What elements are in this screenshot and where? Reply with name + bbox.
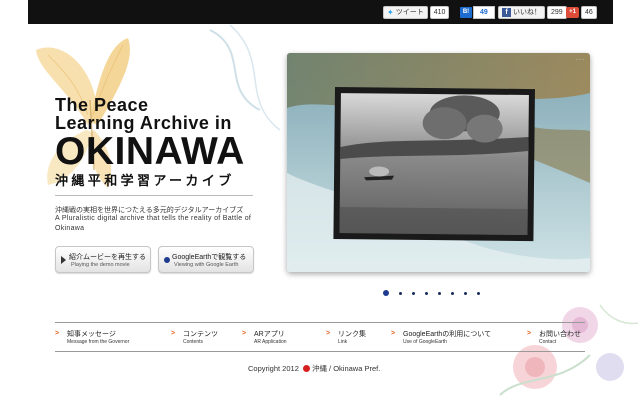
slider-dot[interactable]	[412, 291, 415, 295]
globe-dot-icon	[164, 257, 170, 263]
nav-item-label: コンテンツ	[183, 331, 218, 338]
earth-photo-illustration	[287, 53, 590, 272]
nav-item-label: GoogleEarthの利用について	[403, 331, 492, 338]
nav-arrow-icon: >	[527, 330, 532, 337]
nav-item-sublabel: AR Application	[254, 339, 287, 345]
slider-dot[interactable]	[438, 291, 441, 295]
play-demo-label: 紹介ムービーを再生する	[69, 254, 146, 261]
slide-corner-label: ◦ ◦ ◦	[575, 57, 584, 63]
like-button[interactable]: f いいね！	[498, 6, 545, 19]
tweet-button[interactable]: ✦ ツイート	[383, 6, 428, 19]
nav-arrow-icon: >	[326, 330, 331, 337]
slider-pagination	[383, 290, 480, 296]
nav-arrow-icon: >	[55, 330, 60, 337]
like-label: いいね！	[513, 9, 541, 16]
slider-dot[interactable]	[425, 291, 428, 295]
gplus-icon[interactable]: +1	[566, 7, 579, 18]
site-title: The Peace Learning Archive in OKINAWA 沖縄…	[55, 96, 245, 189]
nav-item-sublabel: Use of GoogleEarth	[403, 339, 447, 345]
google-earth-sublabel: Viewing with Google Earth	[174, 262, 239, 268]
nav-arrow-icon: >	[171, 330, 176, 337]
play-icon	[61, 256, 66, 264]
facebook-icon: f	[502, 8, 511, 17]
google-earth-label: GoogleEarthで観覧する	[172, 254, 247, 261]
facebook-widget[interactable]: f いいね！ 299	[498, 5, 567, 20]
google-earth-button[interactable]: GoogleEarthで観覧する Viewing with Google Ear…	[158, 246, 254, 273]
tagline-english: A Pluralistic digital archive that tells…	[55, 215, 252, 232]
copyright-prefix: Copyright 2012	[248, 364, 299, 373]
nav-item-label: リンク集	[338, 331, 366, 338]
gplus-count: 46	[581, 6, 597, 19]
gplus-widget[interactable]: +1 46	[566, 5, 597, 20]
okinawa-mark-icon	[302, 365, 310, 372]
nav-item-label: 知事メッセージ	[67, 331, 116, 338]
play-demo-button[interactable]: 紹介ムービーを再生する Playing the demo movie	[55, 246, 151, 273]
nav-item-label: お問い合わせ	[539, 331, 581, 338]
copyright-org: 沖縄 / Okinawa Pref.	[311, 364, 381, 373]
hatena-count: 49	[473, 6, 495, 19]
nav-item-sublabel: Contact	[539, 339, 557, 345]
top-bar: ✦ ツイート 410 B! 49 f いいね！ 299 +1 46	[28, 0, 613, 24]
nav-arrow-icon: >	[391, 330, 396, 337]
hatena-icon[interactable]: B!	[460, 7, 472, 18]
nav-item-label: ARアプリ	[254, 331, 285, 338]
like-count: 299	[547, 6, 567, 19]
tweet-label: ツイート	[395, 9, 424, 16]
tweet-icon: ✦	[387, 8, 394, 17]
slideshow-image[interactable]: ◦ ◦ ◦	[287, 53, 590, 272]
hatena-widget[interactable]: B! 49	[460, 5, 495, 20]
nav-item-sublabel: Message from the Governor	[67, 339, 130, 345]
title-japanese: 沖縄平和学習アーカイブ	[55, 173, 235, 188]
title-line-1: The Peace	[55, 95, 149, 115]
nav-item-sublabel: Contents	[183, 339, 204, 345]
tweet-widget[interactable]: ✦ ツイート 410	[383, 5, 450, 20]
nav-item-sublabel: Link	[338, 339, 348, 345]
nav-arrow-icon: >	[242, 330, 247, 337]
footer-navigation: > 知事メッセージ Message from the Governor > コン…	[55, 322, 585, 352]
play-demo-sublabel: Playing the demo movie	[71, 262, 130, 268]
copyright: Copyright 2012 沖縄 / Okinawa Pref.	[248, 363, 380, 374]
slider-dot[interactable]	[383, 290, 389, 296]
title-okinawa: OKINAWA	[55, 130, 245, 173]
tweet-count: 410	[429, 6, 450, 19]
slider-dot[interactable]	[464, 291, 467, 295]
title-divider	[55, 195, 253, 196]
slider-dot[interactable]	[399, 291, 402, 295]
slider-dot[interactable]	[451, 291, 454, 295]
